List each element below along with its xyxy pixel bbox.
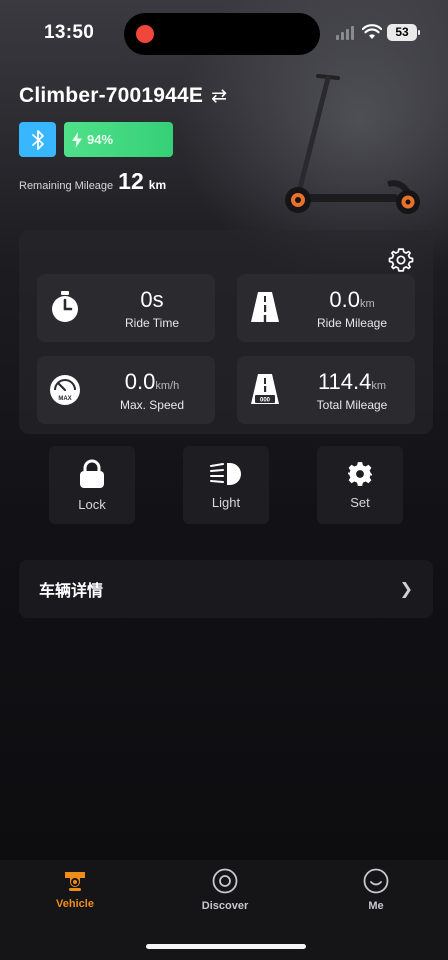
gear-icon <box>348 461 372 486</box>
ride-mileage-card: 0.0km Ride Mileage <box>237 274 415 342</box>
ride-time-value: 0s <box>140 287 164 312</box>
battery-percent: 94% <box>87 132 114 147</box>
tab-discover[interactable]: Discover <box>180 868 270 920</box>
odometer-road-icon: 000 <box>251 374 279 404</box>
lock-label: Lock <box>78 496 106 512</box>
scooter-image <box>285 74 420 214</box>
tab-discover-label: Discover <box>201 900 249 912</box>
tab-vehicle-label: Vehicle <box>56 898 94 910</box>
home-indicator <box>146 944 306 949</box>
speedometer-icon: MAX <box>50 375 80 405</box>
remaining-mileage: Remaining Mileage 12 km <box>19 168 166 195</box>
total-mileage-unit: km <box>371 380 387 392</box>
battery-status: 94% <box>64 122 173 157</box>
bluetooth-status[interactable] <box>19 122 56 157</box>
cellular-signal-icon <box>336 26 354 40</box>
device-name: Climber-7001944E <box>19 84 204 107</box>
max-speed-value: 0.0 <box>124 369 156 394</box>
discover-icon <box>212 868 238 894</box>
ride-mileage-value: 0.0 <box>329 287 360 312</box>
recording-indicator <box>136 25 154 43</box>
max-speed-label: Max. Speed <box>119 398 185 412</box>
light-button[interactable]: Light <box>183 446 269 524</box>
remaining-mileage-value: 12 <box>118 168 144 194</box>
speedometer-max-text: MAX <box>58 396 71 402</box>
status-time: 13:50 <box>44 22 95 43</box>
odometer-digits: 000 <box>260 398 271 404</box>
tab-me-label: Me <box>368 900 384 912</box>
stopwatch-icon <box>52 291 78 322</box>
me-smiley-icon <box>363 868 389 894</box>
total-mileage-card: 000 114.4km Total Mileage <box>237 356 415 424</box>
max-speed-card: MAX 0.0km/h Max. Speed <box>37 356 215 424</box>
wifi-icon <box>362 24 382 39</box>
switch-device-icon[interactable]: ⇄ <box>211 85 227 108</box>
remaining-mileage-label: Remaining Mileage <box>19 180 114 192</box>
settings-gear-icon[interactable] <box>388 247 414 273</box>
vehicle-tab-icon <box>65 872 85 891</box>
total-mileage-label: Total Mileage <box>316 398 388 412</box>
tab-vehicle[interactable]: Vehicle <box>30 868 120 920</box>
ride-time-card: 0s Ride Time <box>37 274 215 342</box>
headlight-icon <box>210 462 241 485</box>
chevron-right-icon: ❯ <box>399 581 413 598</box>
tab-me[interactable]: Me <box>331 868 421 920</box>
vehicle-details-row[interactable]: 车辆详情 ❯ <box>19 560 433 618</box>
remaining-mileage-unit: km <box>148 178 167 192</box>
set-label: Set <box>350 494 370 510</box>
ride-mileage-label: Ride Mileage <box>316 316 388 330</box>
battery-icon: 53 <box>387 24 420 41</box>
lock-icon <box>80 459 104 488</box>
road-icon <box>251 292 279 322</box>
lock-button[interactable]: Lock <box>49 446 135 524</box>
battery-level: 53 <box>395 25 409 39</box>
max-speed-unit: km/h <box>155 380 180 392</box>
status-bar: 13:50 53 <box>0 0 448 66</box>
charging-bolt-icon <box>72 131 82 148</box>
set-button[interactable]: Set <box>317 446 403 524</box>
total-mileage-value: 114.4 <box>317 369 372 394</box>
ride-time-label: Ride Time <box>124 316 180 330</box>
bluetooth-icon <box>31 129 44 150</box>
light-label: Light <box>211 494 241 510</box>
ride-mileage-unit: km <box>359 298 375 310</box>
vehicle-details-label: 车辆详情 <box>39 581 104 600</box>
device-title-row: Climber-7001944E ⇄ <box>19 84 227 108</box>
